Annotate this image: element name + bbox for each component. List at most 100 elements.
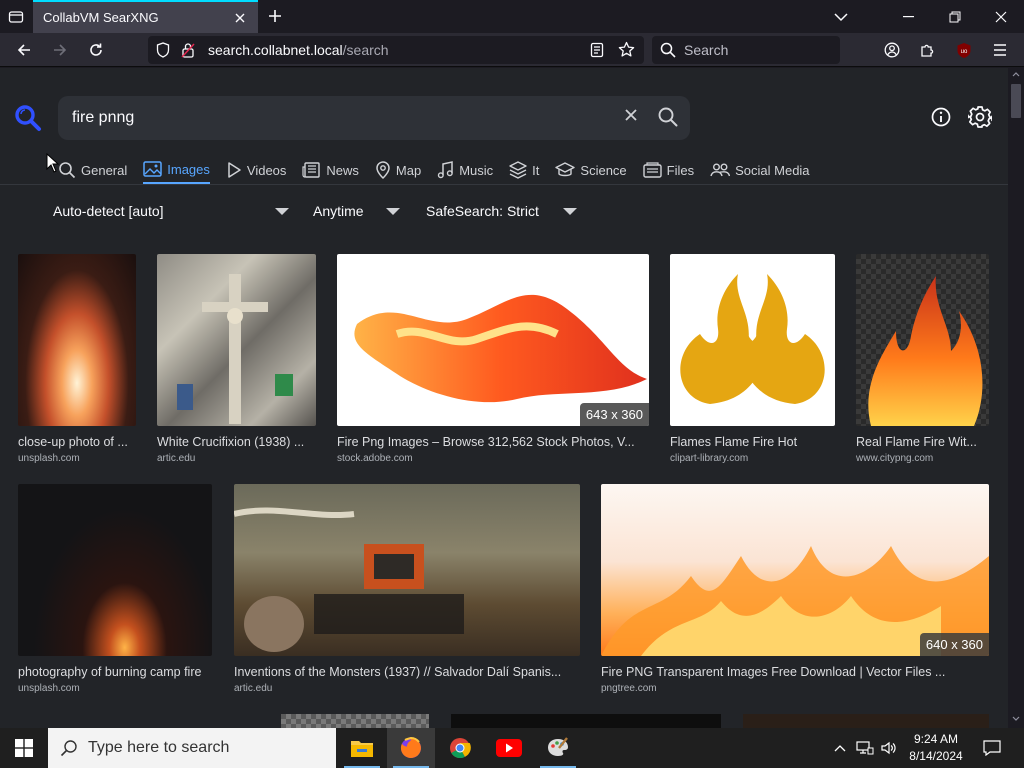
insecure-lock-icon[interactable] xyxy=(178,42,198,58)
tab-social-media[interactable]: Social Media xyxy=(710,156,810,184)
tab-it[interactable]: It xyxy=(509,156,539,184)
taskbar-search-input[interactable]: Type here to search xyxy=(48,728,336,768)
image-result[interactable]: Real Flame Fire Wit... www.citypng.com xyxy=(856,254,989,464)
result-source: unsplash.com xyxy=(18,453,80,464)
submit-search-icon[interactable] xyxy=(657,106,679,133)
system-clock[interactable]: 9:24 AM 8/14/2024 xyxy=(898,731,974,765)
tab-images-label: Images xyxy=(167,161,210,177)
new-tab-icon[interactable] xyxy=(262,3,288,29)
result-title[interactable]: photography of burning camp fire xyxy=(18,665,212,679)
result-title[interactable]: Fire PNG Transparent Images Free Downloa… xyxy=(601,665,989,679)
tab-videos-label: Videos xyxy=(246,162,287,178)
searxng-logo-icon[interactable] xyxy=(14,104,42,137)
youtube-icon[interactable] xyxy=(485,728,533,768)
forward-arrow-icon[interactable] xyxy=(46,37,74,63)
browser-tab[interactable]: CollabVM SearXNG xyxy=(33,0,258,33)
result-thumbnail[interactable] xyxy=(157,254,316,426)
close-tab-icon[interactable] xyxy=(232,10,248,26)
hamburger-menu-icon[interactable] xyxy=(986,37,1014,63)
clear-search-icon[interactable] xyxy=(624,108,638,127)
result-thumbnail[interactable] xyxy=(18,484,212,656)
safesearch-select[interactable]: SafeSearch: Strict xyxy=(426,196,577,226)
tab-social-media-label: Social Media xyxy=(735,162,810,178)
language-select[interactable]: Auto-detect [auto] xyxy=(53,196,289,226)
url-bar[interactable]: search.collabnet.local/search xyxy=(148,36,644,64)
tab-overflow-chevron-icon[interactable] xyxy=(818,0,864,33)
result-thumbnail[interactable] xyxy=(670,254,835,426)
tab-map-label: Map xyxy=(395,162,422,178)
shield-icon[interactable] xyxy=(148,42,178,58)
result-thumbnail[interactable] xyxy=(743,714,989,728)
tab-general[interactable]: General xyxy=(58,156,127,184)
result-title[interactable]: Fire Png Images – Browse 312,562 Stock P… xyxy=(337,435,649,449)
scroll-up-icon[interactable] xyxy=(1012,71,1020,77)
layers-icon xyxy=(509,161,527,179)
tab-it-label: It xyxy=(532,162,540,178)
result-source: stock.adobe.com xyxy=(337,453,413,464)
image-result[interactable]: photography of burning camp fire unsplas… xyxy=(18,484,212,694)
result-thumbnail[interactable]: 640 x 360 xyxy=(601,484,989,656)
tab-images[interactable]: Images xyxy=(143,156,210,184)
tab-files[interactable]: Files xyxy=(642,156,694,184)
account-icon[interactable] xyxy=(878,37,906,63)
scroll-down-icon[interactable] xyxy=(1012,716,1020,722)
url-path: /search xyxy=(342,42,389,58)
result-thumbnail[interactable] xyxy=(451,714,721,728)
settings-gear-icon[interactable] xyxy=(967,105,993,134)
network-icon[interactable] xyxy=(853,728,877,768)
result-title[interactable]: close-up photo of ... xyxy=(18,435,136,449)
info-icon[interactable] xyxy=(930,106,952,133)
navigation-toolbar: search.collabnet.local/search Search uo xyxy=(0,33,1024,67)
restore-icon[interactable] xyxy=(932,0,978,33)
result-title[interactable]: Real Flame Fire Wit... xyxy=(856,435,989,449)
language-select-value: Auto-detect [auto] xyxy=(53,203,164,219)
extensions-puzzle-icon[interactable] xyxy=(914,37,942,63)
result-thumbnail[interactable] xyxy=(234,484,580,656)
image-result[interactable]: Inventions of the Monsters (1937) // Sal… xyxy=(234,484,580,694)
search-icon xyxy=(660,42,676,58)
result-thumbnail[interactable] xyxy=(18,254,136,426)
image-result[interactable]: close-up photo of ... unsplash.com xyxy=(18,254,136,464)
image-result[interactable]: 640 x 360 Fire PNG Transparent Images Fr… xyxy=(601,484,989,694)
result-source: www.citypng.com xyxy=(856,453,934,464)
page-scrollbar[interactable] xyxy=(1008,68,1024,728)
minimize-icon[interactable] xyxy=(886,0,932,33)
ublock-origin-icon[interactable]: uo xyxy=(950,37,978,63)
paint-icon[interactable] xyxy=(534,728,582,768)
image-result[interactable]: 643 x 360 Fire Png Images – Browse 312,5… xyxy=(337,254,649,464)
tab-news[interactable]: News xyxy=(302,156,359,184)
notifications-icon[interactable] xyxy=(978,728,1006,768)
show-hidden-icons-chevron-icon[interactable] xyxy=(830,728,850,768)
chrome-icon[interactable] xyxy=(436,728,484,768)
time-range-select[interactable]: Anytime xyxy=(313,196,400,226)
result-thumbnail[interactable] xyxy=(856,254,989,426)
bookmark-star-icon[interactable] xyxy=(618,41,635,61)
firefox-icon[interactable] xyxy=(387,728,435,768)
tab-news-label: News xyxy=(326,162,359,178)
browser-search-bar[interactable]: Search xyxy=(652,36,840,64)
clock-date: 8/14/2024 xyxy=(909,749,963,763)
result-title[interactable]: Inventions of the Monsters (1937) // Sal… xyxy=(234,665,580,679)
tab-music[interactable]: Music xyxy=(437,156,493,184)
tab-science[interactable]: Science xyxy=(555,156,627,184)
reader-view-icon[interactable] xyxy=(590,42,604,61)
image-result[interactable]: Flames Flame Fire Hot clipart-library.co… xyxy=(670,254,835,464)
list-all-tabs-icon[interactable] xyxy=(0,0,32,33)
result-thumbnail[interactable]: 643 x 360 xyxy=(337,254,649,426)
image-result[interactable]: White Crucifixion (1938) ... artic.edu xyxy=(157,254,316,464)
search-input[interactable]: fire pnng xyxy=(58,96,690,140)
result-thumbnail[interactable] xyxy=(281,714,429,728)
result-title[interactable]: White Crucifixion (1938) ... xyxy=(157,435,316,449)
close-window-icon[interactable] xyxy=(978,0,1024,33)
people-icon xyxy=(710,163,731,177)
reload-icon[interactable] xyxy=(82,37,110,63)
windows-start-icon[interactable] xyxy=(0,728,48,768)
tab-videos[interactable]: Videos xyxy=(226,156,287,184)
scrollbar-thumb[interactable] xyxy=(1011,84,1021,118)
file-explorer-icon[interactable] xyxy=(338,728,386,768)
searxng-page: fire pnng General Images Videos News Map… xyxy=(0,68,1008,728)
result-title[interactable]: Flames Flame Fire Hot xyxy=(670,435,835,449)
result-source: unsplash.com xyxy=(18,683,80,694)
tab-map[interactable]: Map xyxy=(375,156,421,184)
back-arrow-icon[interactable] xyxy=(10,37,38,63)
